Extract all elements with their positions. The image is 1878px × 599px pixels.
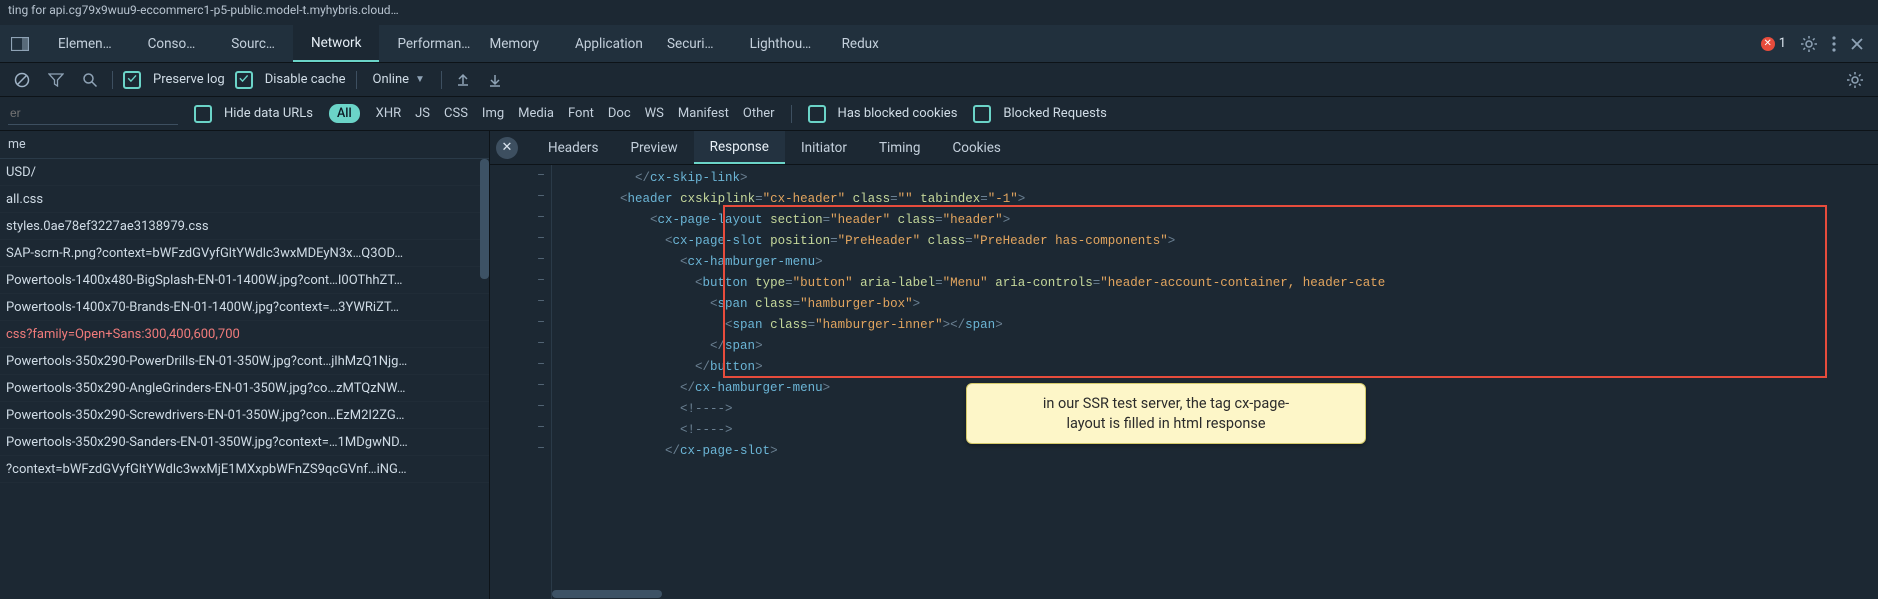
- column-header-name[interactable]: me: [0, 131, 489, 159]
- request-row[interactable]: Powertools-350x290-PowerDrills-EN-01-350…: [0, 348, 489, 375]
- close-detail-button[interactable]: ✕: [496, 137, 518, 159]
- devtools-tab-sourc[interactable]: Sourc…: [213, 25, 293, 62]
- filter-type-manifest[interactable]: Manifest: [678, 106, 729, 121]
- devtools-tab-application[interactable]: Application: [557, 25, 649, 62]
- code-content: </cx-skip-link> <header cxskiplink="cx-h…: [552, 165, 1878, 599]
- code-line: <cx-hamburger-menu>: [552, 252, 1878, 273]
- code-line: <span class="hamburger-box">: [552, 294, 1878, 315]
- request-row[interactable]: css?family=Open+Sans:300,400,600,700: [0, 321, 489, 348]
- checkbox-icon: [194, 105, 212, 123]
- code-line: <header cxskiplink="cx-header" class="" …: [552, 189, 1878, 210]
- code-line: </cx-page-slot>: [552, 441, 1878, 462]
- record-stop-icon[interactable]: [10, 70, 34, 90]
- download-icon[interactable]: [484, 71, 506, 89]
- horizontal-scrollbar[interactable]: [552, 589, 1878, 599]
- filter-type-other[interactable]: Other: [743, 106, 775, 121]
- detail-tab-timing[interactable]: Timing: [863, 131, 937, 164]
- hide-data-urls-checkbox[interactable]: Hide data URLs: [194, 105, 313, 123]
- devtools-tab-securi[interactable]: Securi…: [649, 25, 732, 62]
- error-count: 1: [1779, 36, 1786, 51]
- line-gutter: ––––––––––––––: [490, 165, 552, 599]
- request-row[interactable]: Powertools-350x290-AngleGrinders-EN-01-3…: [0, 375, 489, 402]
- throttle-select[interactable]: Online ▼: [367, 70, 431, 89]
- devtools-tab-redux[interactable]: Redux: [824, 25, 897, 62]
- code-line: </span>: [552, 336, 1878, 357]
- network-toolbar: Preserve log Disable cache Online ▼: [0, 63, 1878, 97]
- filter-type-xhr[interactable]: XHR: [376, 106, 401, 121]
- filter-icon[interactable]: [44, 71, 68, 89]
- filter-input[interactable]: [8, 103, 178, 125]
- devtools-tab-performan[interactable]: Performan…: [379, 25, 471, 62]
- blocked-requests-checkbox[interactable]: Blocked Requests: [973, 105, 1106, 123]
- detail-tabbar: ✕ HeadersPreviewResponseInitiatorTimingC…: [490, 131, 1878, 165]
- devtools-tab-memory[interactable]: Memory: [471, 25, 557, 62]
- detail-tab-preview[interactable]: Preview: [614, 131, 693, 164]
- code-line: </button>: [552, 357, 1878, 378]
- checkbox-checked-icon: [123, 71, 141, 89]
- upload-icon[interactable]: [452, 71, 474, 89]
- request-row[interactable]: ?context=bWFzdGVyfGltYWdlc3wxMjE1MXxpbWF…: [0, 456, 489, 483]
- error-badge[interactable]: ✕ 1: [1761, 36, 1786, 51]
- request-list[interactable]: USD/all.cssstyles.0ae78ef3227ae3138979.c…: [0, 159, 489, 599]
- disable-cache-checkbox[interactable]: Disable cache: [235, 71, 346, 89]
- request-row[interactable]: Powertools-350x290-Sanders-EN-01-350W.jp…: [0, 429, 489, 456]
- title-bar: ting for api.cg79x9wuu9-eccommerc1-p5-pu…: [0, 0, 1878, 25]
- detail-tab-initiator[interactable]: Initiator: [785, 131, 863, 164]
- request-row[interactable]: Powertools-350x290-Screwdrivers-EN-01-35…: [0, 402, 489, 429]
- detail-tab-headers[interactable]: Headers: [532, 131, 614, 164]
- filter-type-js[interactable]: JS: [415, 106, 430, 121]
- code-line: <button type="button" aria-label="Menu" …: [552, 273, 1878, 294]
- filter-type-doc[interactable]: Doc: [608, 106, 631, 121]
- detail-tab-response[interactable]: Response: [694, 131, 785, 164]
- filter-type-ws[interactable]: WS: [645, 106, 664, 121]
- network-filterbar: Hide data URLs All XHR JS CSS Img Media Font D…: [0, 97, 1878, 131]
- request-row[interactable]: USD/: [0, 159, 489, 186]
- devtools-tab-conso[interactable]: Conso…: [130, 25, 214, 62]
- filter-type-css[interactable]: CSS: [444, 106, 468, 121]
- filter-type-media[interactable]: Media: [518, 106, 554, 121]
- scrollbar-thumb[interactable]: [480, 159, 489, 279]
- code-line: <cx-page-slot position="PreHeader" class…: [552, 231, 1878, 252]
- has-blocked-cookies-checkbox[interactable]: Has blocked cookies: [808, 105, 958, 123]
- code-line: <span class="hamburger-inner"></span>: [552, 315, 1878, 336]
- checkbox-icon: [973, 105, 991, 123]
- close-icon[interactable]: [1850, 37, 1864, 51]
- devtools-tab-elemen[interactable]: Elemen…: [40, 25, 130, 62]
- caret-down-icon: ▼: [415, 74, 425, 85]
- filter-type-font[interactable]: Font: [568, 106, 594, 121]
- settings-icon[interactable]: [1800, 35, 1818, 53]
- preserve-log-checkbox[interactable]: Preserve log: [123, 71, 225, 89]
- settings-icon[interactable]: [1842, 69, 1868, 91]
- checkbox-icon: [808, 105, 826, 123]
- devtools-tab-network[interactable]: Network: [293, 25, 379, 62]
- request-list-pane: me USD/all.cssstyles.0ae78ef3227ae313897…: [0, 131, 490, 599]
- request-row[interactable]: Powertools-1400x480-BigSplash-EN-01-1400…: [0, 267, 489, 294]
- response-detail-pane: ✕ HeadersPreviewResponseInitiatorTimingC…: [490, 131, 1878, 599]
- detail-tab-cookies[interactable]: Cookies: [936, 131, 1016, 164]
- search-icon[interactable]: [78, 70, 102, 90]
- request-row[interactable]: SAP-scrn-R.png?context=bWFzdGVyfGltYWdlc…: [0, 240, 489, 267]
- filter-type-img[interactable]: Img: [482, 106, 504, 121]
- devtools-tab-lighthou[interactable]: Lighthou…: [732, 25, 824, 62]
- annotation-note: in our SSR test server, the tag cx-page-…: [966, 383, 1366, 444]
- filter-all-pill[interactable]: All: [329, 104, 360, 123]
- request-row[interactable]: all.css: [0, 186, 489, 213]
- dock-side-icon[interactable]: [0, 25, 40, 62]
- code-line: <cx-page-layout section="header" class="…: [552, 210, 1878, 231]
- request-row[interactable]: styles.0ae78ef3227ae3138979.css: [0, 213, 489, 240]
- code-line: </cx-skip-link>: [552, 168, 1878, 189]
- response-body[interactable]: –––––––––––––– </cx-skip-link> <header c…: [490, 165, 1878, 599]
- title-text: ting for api.cg79x9wuu9-eccommerc1-p5-pu…: [8, 3, 399, 17]
- more-icon[interactable]: [1832, 36, 1836, 52]
- checkbox-checked-icon: [235, 71, 253, 89]
- devtools-tabstrip: Elemen…Conso…Sourc…NetworkPerforman…Memo…: [0, 25, 1878, 63]
- error-icon: ✕: [1761, 37, 1775, 51]
- request-row[interactable]: Powertools-1400x70-Brands-EN-01-1400W.jp…: [0, 294, 489, 321]
